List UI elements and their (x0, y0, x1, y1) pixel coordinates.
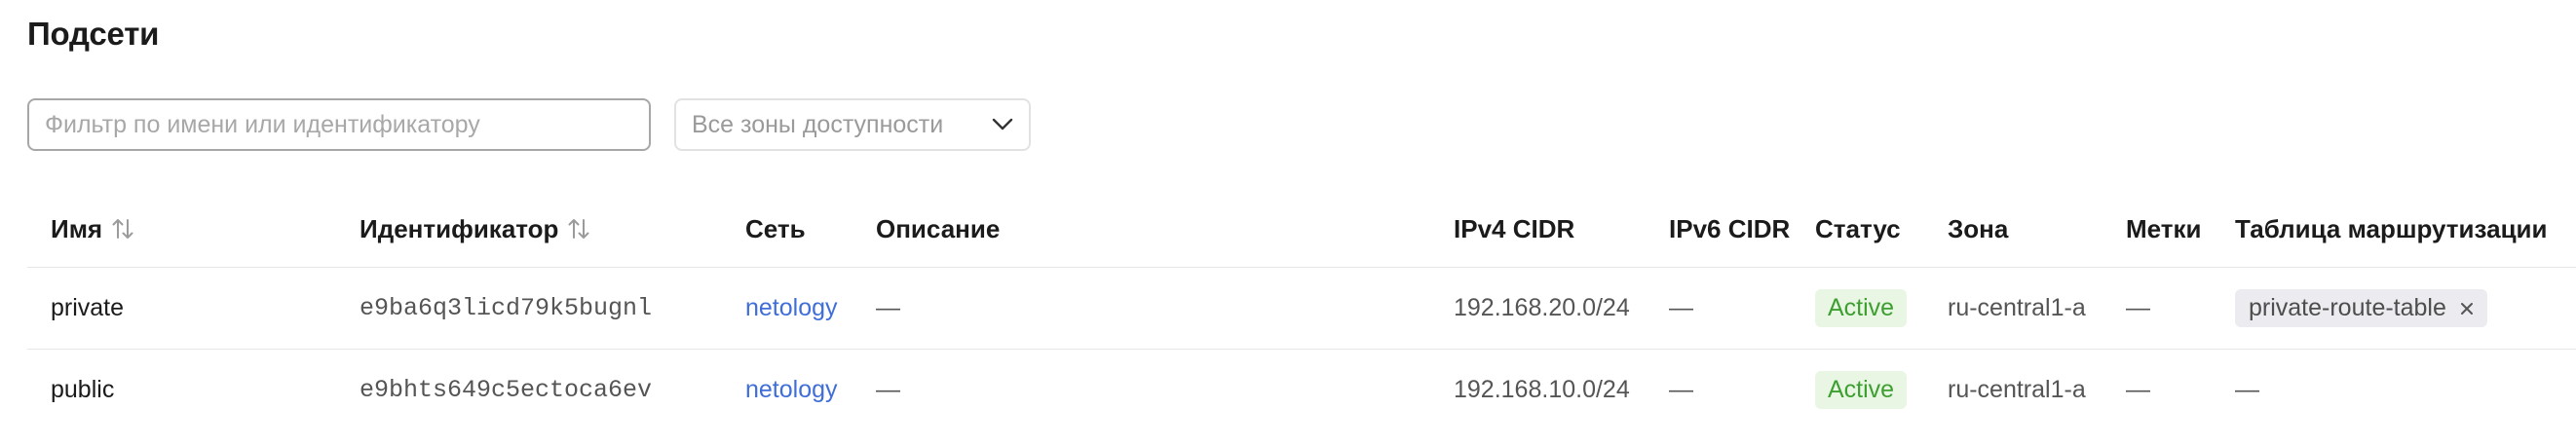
route-table-chip[interactable]: private-route-table (2235, 289, 2487, 327)
filter-input[interactable] (27, 98, 651, 151)
subnet-id: e9bhts649c5ectoca6ev (360, 376, 653, 404)
table-row[interactable]: public e9bhts649c5ectoca6ev netology — 1… (27, 350, 2576, 430)
network-link[interactable]: netology (745, 268, 838, 349)
subnet-ipv6: — (1669, 376, 1693, 403)
subnet-zone: ru-central1-a (1948, 376, 2086, 403)
column-header-status: Статус (1815, 213, 1901, 243)
column-header-label: Имя (51, 213, 103, 243)
zone-select-label: Все зоны доступности (692, 110, 944, 138)
column-header-id[interactable]: Идентификатор (360, 191, 591, 267)
chevron-down-icon (992, 118, 1013, 131)
zone-select[interactable]: Все зоны доступности (674, 98, 1031, 151)
route-table-cell: — (2235, 376, 2259, 403)
column-header-name[interactable]: Имя (51, 191, 135, 267)
status-cell: Active (1815, 268, 1908, 349)
subnet-ipv6: — (1669, 294, 1693, 321)
route-table-chip-label: private-route-table (2249, 294, 2446, 321)
subnet-labels: — (2126, 294, 2150, 321)
column-header-zone: Зона (1948, 213, 2009, 243)
column-header-ipv4: IPv4 CIDR (1454, 213, 1575, 243)
status-badge: Active (1815, 371, 1908, 409)
column-header-network: Сеть (745, 213, 806, 243)
route-table-cell: private-route-table (2235, 268, 2487, 349)
status-cell: Active (1815, 350, 1908, 430)
subnet-id: e9ba6q3licd79k5bugnl (360, 294, 653, 322)
column-header-label: Идентификатор (360, 213, 559, 243)
close-icon[interactable] (2460, 302, 2474, 316)
subnet-zone: ru-central1-a (1948, 294, 2086, 321)
network-link[interactable]: netology (745, 350, 838, 430)
table-header: Имя Идентификатор Сеть Описание IPv4 CID… (27, 191, 2576, 268)
subnet-description: — (876, 294, 900, 321)
sort-arrows-icon[interactable] (566, 217, 591, 241)
page-title: Подсети (27, 16, 160, 52)
subnet-name: public (51, 376, 115, 403)
sort-arrows-icon[interactable] (110, 217, 135, 241)
column-header-ipv6: IPv6 CIDR (1669, 213, 1791, 243)
column-header-labels: Метки (2126, 213, 2202, 243)
subnet-ipv4: 192.168.20.0/24 (1454, 294, 1630, 321)
subnet-labels: — (2126, 376, 2150, 403)
subnet-ipv4: 192.168.10.0/24 (1454, 376, 1630, 403)
column-header-route-table: Таблица маршрутизации (2235, 213, 2548, 243)
subnet-description: — (876, 376, 900, 403)
column-header-description: Описание (876, 213, 1001, 243)
subnet-name: private (51, 294, 125, 321)
status-badge: Active (1815, 289, 1908, 327)
table-row[interactable]: private e9ba6q3licd79k5bugnl netology — … (27, 268, 2576, 350)
